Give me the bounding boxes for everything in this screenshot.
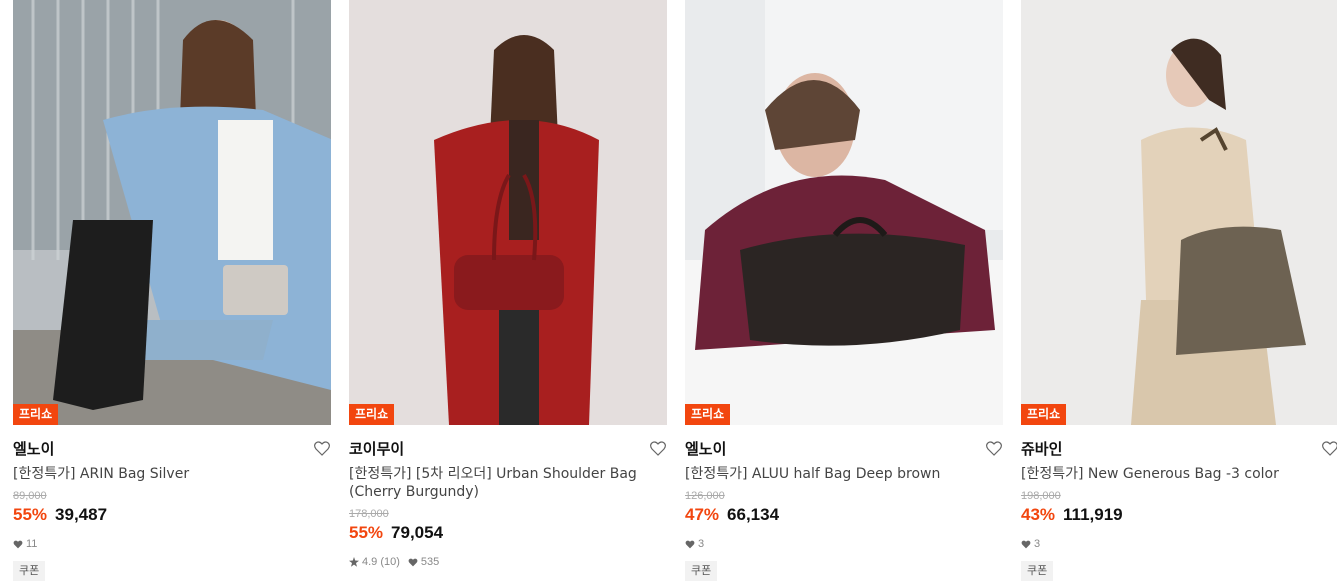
product-title[interactable]: [한정특가] New Generous Bag -3 color	[1021, 465, 1337, 483]
heart-icon[interactable]	[1321, 439, 1337, 457]
preshow-badge: 프리쇼	[349, 404, 395, 425]
original-price: 89,000	[13, 490, 47, 502]
product-image[interactable]: 프리쇼	[1021, 0, 1337, 425]
coupon-tag: 쿠폰	[1021, 561, 1054, 581]
product-meta: 3	[1021, 537, 1337, 551]
original-price: 198,000	[1021, 490, 1061, 502]
like-count: 11	[26, 538, 38, 550]
discount-rate: 47%	[685, 505, 720, 524]
product-title[interactable]: [한정특가] ALUU half Bag Deep brown	[685, 465, 1003, 483]
product-image[interactable]: 프리쇼	[349, 0, 667, 425]
heart-icon	[1021, 540, 1031, 548]
heart-icon	[685, 540, 695, 548]
sale-price: 39,487	[55, 505, 108, 524]
brand-name[interactable]: 쥬바인	[1021, 438, 1062, 459]
original-price: 126,000	[685, 490, 725, 502]
brand-name[interactable]: 엘노이	[13, 438, 54, 459]
heart-icon[interactable]	[313, 439, 331, 457]
like-count: 3	[1034, 538, 1041, 550]
heart-icon	[408, 558, 418, 566]
discount-rate: 55%	[13, 505, 48, 524]
product-meta: 4.9 (10) 535	[349, 555, 667, 569]
product-meta: 3	[685, 537, 1003, 551]
product-photo	[1021, 0, 1337, 425]
product-title[interactable]: [한정특가] [5차 리오더] Urban Shoulder Bag (Cher…	[349, 465, 667, 501]
discount-rate: 55%	[349, 523, 384, 542]
product-card[interactable]: 프리쇼 엘노이 [한정특가] ALUU half Bag Deep brown …	[685, 0, 1003, 581]
preshow-badge: 프리쇼	[1021, 404, 1067, 425]
product-title[interactable]: [한정특가] ARIN Bag Silver	[13, 465, 331, 483]
product-card[interactable]: 프리쇼 코이무이 [한정특가] [5차 리오더] Urban Shoulder …	[349, 0, 667, 569]
like-count: 535	[420, 556, 440, 568]
sale-price: 111,919	[1063, 505, 1123, 524]
coupon-tag: 쿠폰	[685, 561, 718, 581]
star-icon	[349, 557, 359, 567]
coupon-tag: 쿠폰	[13, 561, 46, 581]
heart-icon[interactable]	[649, 439, 667, 457]
product-meta: 11	[13, 537, 331, 551]
product-image[interactable]: 프리쇼	[13, 0, 331, 425]
sale-price: 66,134	[727, 505, 780, 524]
product-photo	[685, 0, 1003, 425]
brand-name[interactable]: 엘노이	[685, 438, 726, 459]
rating: 4.9 (10)	[362, 556, 400, 568]
heart-icon[interactable]	[985, 439, 1003, 457]
product-photo	[13, 0, 331, 425]
discount-rate: 43%	[1021, 505, 1056, 524]
like-count: 3	[698, 538, 705, 550]
product-image[interactable]: 프리쇼	[685, 0, 1003, 425]
preshow-badge: 프리쇼	[13, 404, 59, 425]
product-photo	[349, 0, 667, 425]
preshow-badge: 프리쇼	[685, 404, 731, 425]
heart-icon	[13, 540, 23, 548]
original-price: 178,000	[349, 508, 389, 520]
sale-price: 79,054	[391, 523, 444, 542]
product-card[interactable]: 프리쇼 쥬바인 [한정특가] New Generous Bag -3 color…	[1021, 0, 1337, 581]
product-card[interactable]: 프리쇼 엘노이 [한정특가] ARIN Bag Silver 89,000 55…	[13, 0, 331, 581]
brand-name[interactable]: 코이무이	[349, 438, 404, 459]
